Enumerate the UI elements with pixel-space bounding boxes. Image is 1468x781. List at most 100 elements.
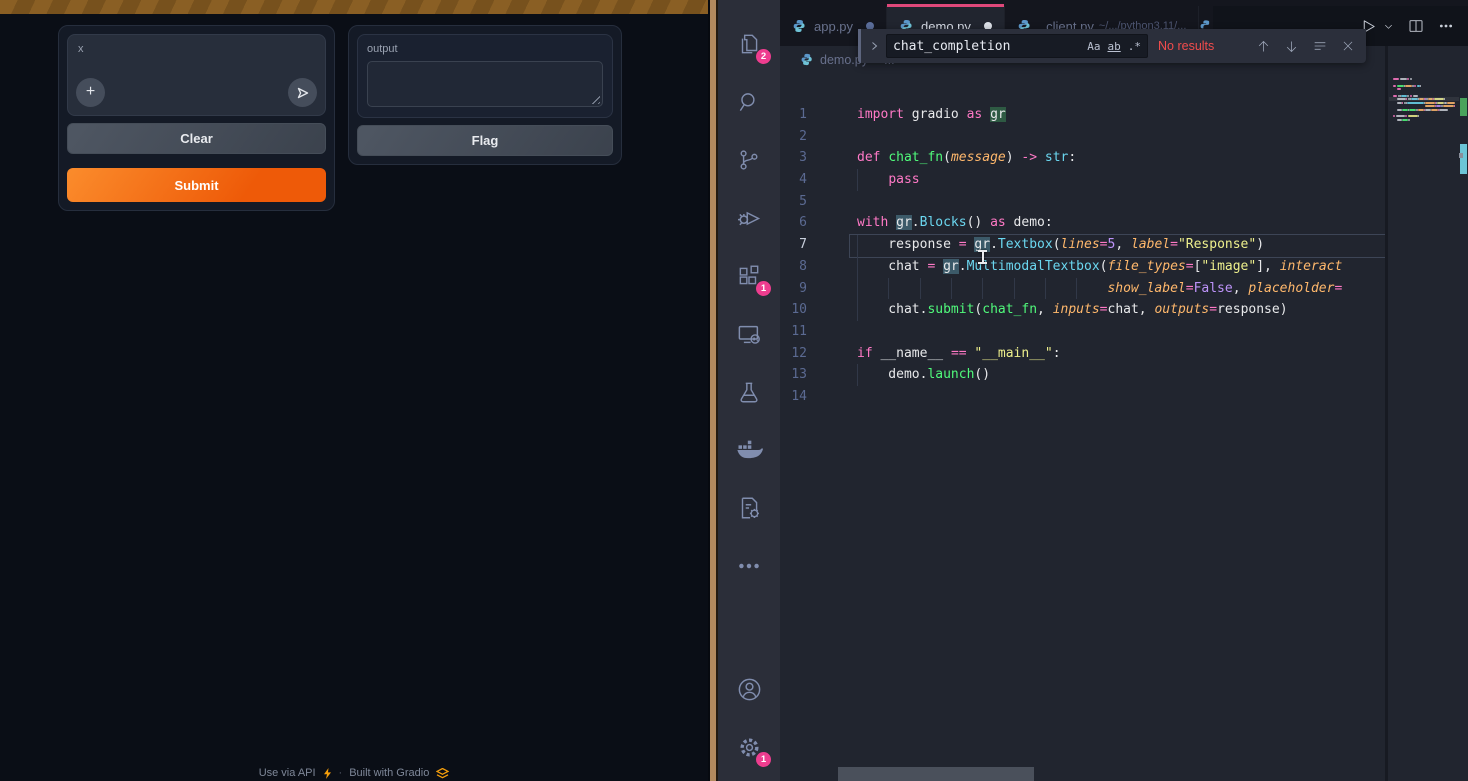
find-in-selection-icon[interactable] [1312, 38, 1328, 54]
code-text [827, 321, 857, 343]
find-input[interactable]: chat_completion Aa ab .* [886, 34, 1148, 58]
code-text: chat = gr.MultimodalTextbox(file_types=[… [827, 256, 1342, 278]
code-text: if __name__ == "__main__": [827, 343, 1061, 365]
dev-container-icon[interactable] [725, 484, 773, 532]
next-match-icon[interactable] [1284, 39, 1299, 54]
line-number: 7 [780, 234, 827, 256]
code-line[interactable]: 7 response = gr.Textbox(lines=5, label="… [780, 234, 1386, 256]
flag-button[interactable]: Flag [357, 125, 613, 156]
previous-match-icon[interactable] [1256, 39, 1271, 54]
ruler-marker-green [1460, 98, 1467, 116]
more-actions-icon[interactable] [1438, 18, 1454, 34]
code-text: pass [827, 169, 920, 191]
ruler-current-line-marker [1459, 153, 1463, 158]
settings-gear-icon[interactable]: 1 [725, 723, 773, 771]
code-text [827, 386, 857, 408]
whole-word-icon[interactable]: ab [1108, 40, 1121, 53]
code-line[interactable]: 14 [780, 386, 1386, 408]
horizontal-scrollbar[interactable] [838, 767, 1034, 781]
python-file-icon [792, 19, 807, 34]
code-text: chat.submit(chat_fn, inputs=chat, output… [827, 299, 1288, 321]
extensions-badge: 1 [756, 281, 771, 296]
code-line[interactable]: 8 chat = gr.MultimodalTextbox(file_types… [780, 256, 1386, 278]
code-line[interactable]: 3def chat_fn(message) -> str: [780, 147, 1386, 169]
code-line[interactable]: 11 [780, 321, 1386, 343]
find-widget-grip[interactable] [858, 29, 861, 63]
code-line[interactable]: 2 [780, 126, 1386, 148]
line-number: 5 [780, 191, 827, 213]
testing-icon[interactable] [725, 368, 773, 416]
line-number: 9 [780, 278, 827, 300]
explorer-badge: 2 [756, 49, 771, 64]
regex-icon[interactable]: .* [1128, 40, 1141, 53]
split-editor-icon[interactable] [1408, 18, 1424, 34]
use-via-api-link[interactable]: Use via API [259, 767, 316, 779]
code-line[interactable]: 6with gr.Blocks() as demo: [780, 212, 1386, 234]
code-line[interactable]: 13 demo.launch() [780, 364, 1386, 386]
source-control-icon[interactable] [725, 136, 773, 184]
code-text [827, 126, 857, 148]
account-icon[interactable] [725, 665, 773, 713]
line-number: 11 [780, 321, 827, 343]
ruler-marker-cyan [1460, 144, 1467, 174]
run-debug-icon[interactable] [725, 194, 773, 242]
footer-separator: · [339, 767, 343, 779]
overview-ruler [1459, 0, 1468, 781]
tab-label: app.py [814, 19, 853, 34]
minimap-border [1385, 46, 1388, 781]
extensions-icon[interactable]: 1 [725, 252, 773, 300]
attach-file-button[interactable]: + [76, 78, 105, 107]
gradio-form: x + Clear Submit [58, 25, 708, 211]
output-label: output [367, 43, 603, 55]
find-widget: chat_completion Aa ab .* No results [858, 29, 1366, 63]
clear-button[interactable]: Clear [67, 123, 326, 154]
search-icon[interactable] [725, 78, 773, 126]
output-card: output Flag [348, 25, 622, 165]
code-line[interactable]: 10 chat.submit(chat_fn, inputs=chat, out… [780, 299, 1386, 321]
code-line[interactable]: 1import gradio as gr [780, 104, 1386, 126]
screen: x + Clear Submit [0, 0, 1468, 781]
close-find-icon[interactable] [1341, 39, 1355, 53]
window-divider[interactable] [708, 0, 718, 781]
code-text: import gradio as gr [827, 104, 1006, 126]
toggle-replace-chevron-icon[interactable] [868, 40, 880, 52]
code-text: with gr.Blocks() as demo: [827, 212, 1053, 234]
code-text: def chat_fn(message) -> str: [827, 147, 1076, 169]
lightning-icon [323, 768, 332, 779]
code-line[interactable]: 9 show_label=False, placeholder= [780, 278, 1386, 300]
gradio-footer: Use via API · Built with Gradio [0, 767, 708, 779]
line-number: 10 [780, 299, 827, 321]
send-button[interactable] [288, 78, 317, 107]
input-card: x + Clear Submit [58, 25, 335, 211]
multimodal-actions-row: + [76, 78, 317, 107]
remote-explorer-icon[interactable] [725, 310, 773, 358]
minimap[interactable] [1389, 70, 1459, 770]
code-editor[interactable]: 1import gradio as gr23def chat_fn(messag… [780, 104, 1386, 767]
input-label: x [78, 43, 315, 55]
code-text: show_label=False, placeholder= [827, 278, 1342, 300]
line-number: 3 [780, 147, 827, 169]
built-with-gradio-link[interactable]: Built with Gradio [349, 767, 429, 779]
find-query-text[interactable]: chat_completion [893, 39, 1080, 54]
explorer-icon[interactable]: 2 [725, 20, 773, 68]
gradio-logo-icon [436, 768, 449, 779]
line-number: 13 [780, 364, 827, 386]
output-textarea[interactable] [367, 61, 603, 107]
more-views-icon[interactable] [725, 542, 773, 590]
code-line[interactable]: 5 [780, 191, 1386, 213]
python-file-icon [800, 53, 814, 67]
send-icon [296, 86, 310, 100]
submit-button[interactable]: Submit [67, 168, 326, 202]
line-number: 12 [780, 343, 827, 365]
multimodal-textbox[interactable]: x + [67, 34, 326, 116]
line-number: 2 [780, 126, 827, 148]
output-textbox-block: output [357, 34, 613, 118]
gradio-app: x + Clear Submit [0, 0, 708, 781]
code-line[interactable]: 4 pass [780, 169, 1386, 191]
code-line[interactable]: 12if __name__ == "__main__": [780, 343, 1386, 365]
line-number: 4 [780, 169, 827, 191]
code-text: demo.launch() [827, 364, 990, 386]
match-case-icon[interactable]: Aa [1087, 40, 1100, 53]
docker-icon[interactable] [725, 426, 773, 474]
run-dropdown-chevron-icon[interactable] [1383, 21, 1394, 32]
